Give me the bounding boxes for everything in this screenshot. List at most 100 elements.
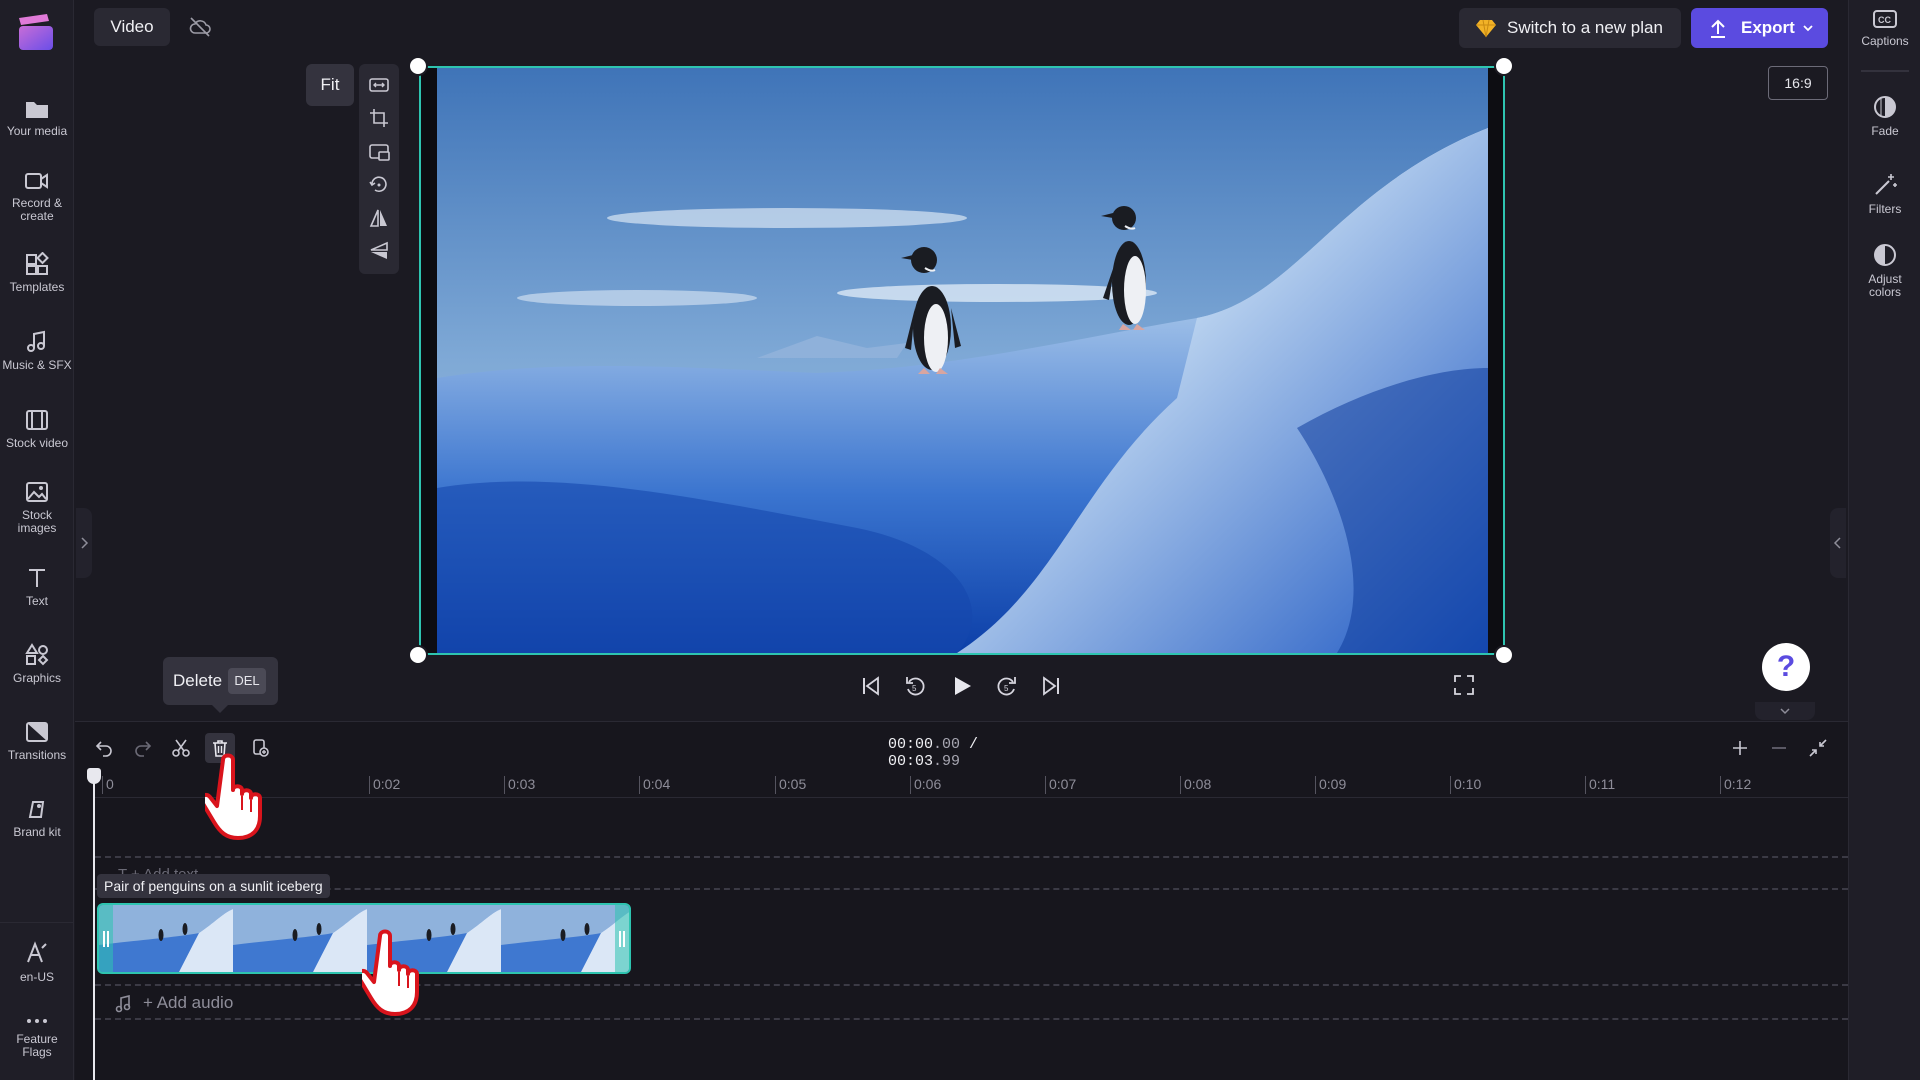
zoom-in-button[interactable] bbox=[1725, 733, 1755, 763]
more-dots-icon bbox=[27, 1019, 47, 1023]
current-time: 00:00 bbox=[888, 736, 934, 753]
right-panel-expander[interactable] bbox=[1830, 508, 1846, 578]
flip-horizontal-icon[interactable] bbox=[368, 207, 390, 229]
captions-button[interactable]: CC Captions bbox=[1849, 8, 1920, 48]
crop-icon[interactable] bbox=[368, 107, 390, 129]
audio-track-top-border bbox=[95, 984, 1848, 986]
clipchamp-logo bbox=[19, 14, 53, 50]
ruler-tick: 0:08 bbox=[1180, 776, 1211, 794]
nav-brand-kit[interactable]: Brand kit bbox=[0, 797, 74, 839]
video-preview[interactable] bbox=[419, 66, 1505, 655]
nav-language[interactable]: en-US bbox=[0, 940, 74, 984]
language-icon bbox=[27, 941, 47, 963]
skip-to-start-icon[interactable] bbox=[860, 674, 882, 698]
ruler-tick: 0:11 bbox=[1585, 776, 1615, 794]
rotate-icon[interactable] bbox=[368, 174, 390, 196]
resize-handle-top-right[interactable] bbox=[1494, 56, 1514, 76]
pip-icon[interactable] bbox=[368, 141, 390, 163]
current-time-frac: .00 bbox=[933, 736, 961, 753]
zoom-to-fit-button[interactable] bbox=[1803, 733, 1833, 763]
image-icon bbox=[26, 482, 48, 502]
fade-icon bbox=[1874, 96, 1896, 118]
text-track-top-border bbox=[95, 856, 1848, 858]
adjust-colors-button[interactable]: Adjust colors bbox=[1849, 242, 1920, 299]
play-icon[interactable] bbox=[950, 674, 974, 698]
shapes-icon bbox=[25, 643, 49, 666]
left-panel-expander[interactable] bbox=[76, 508, 92, 578]
nav-music-sfx[interactable]: Music & SFX bbox=[0, 330, 74, 372]
ruler-tick: 0:02 bbox=[369, 776, 400, 794]
nav-your-media[interactable]: Your media bbox=[0, 98, 74, 138]
fill-icon[interactable] bbox=[368, 74, 390, 96]
nav-text[interactable]: Text bbox=[0, 566, 74, 608]
clip-trim-handle-right[interactable] bbox=[615, 905, 629, 972]
right-sidebar: CC Captions Fade Filters Adjust colors bbox=[1848, 0, 1920, 1080]
ruler-tick: 0:04 bbox=[639, 776, 670, 794]
resize-handle-top-left[interactable] bbox=[408, 56, 428, 76]
nav-divider bbox=[0, 922, 74, 923]
filters-button[interactable]: Filters bbox=[1849, 172, 1920, 216]
nav-stock-images[interactable]: Stock images bbox=[0, 480, 74, 535]
magic-wand-icon bbox=[1875, 174, 1897, 195]
svg-text:5: 5 bbox=[1004, 684, 1009, 693]
switch-plan-button[interactable]: Switch to a new plan bbox=[1459, 8, 1681, 48]
ruler-tick: 0:05 bbox=[775, 776, 806, 794]
nav-stock-video[interactable]: Stock video bbox=[0, 408, 74, 450]
fade-label: Fade bbox=[1871, 124, 1899, 138]
delete-tooltip-label: Delete bbox=[173, 671, 223, 690]
minus-icon bbox=[1772, 747, 1786, 749]
left-sidebar: Your media Record & create Templates Mus… bbox=[0, 0, 74, 1080]
nav-graphics[interactable]: Graphics bbox=[0, 643, 74, 685]
ruler-tick: 0:03 bbox=[504, 776, 535, 794]
add-audio-track[interactable]: + Add audio bbox=[115, 993, 233, 1013]
scissors-icon bbox=[172, 739, 190, 757]
time-separator: / bbox=[960, 736, 979, 753]
nav-templates[interactable]: Templates bbox=[0, 252, 74, 294]
nav-record-create[interactable]: Record & create bbox=[0, 170, 74, 223]
nav-feature-flags[interactable]: Feature Flags bbox=[0, 1014, 74, 1059]
ruler-tick: 0:07 bbox=[1045, 776, 1076, 794]
video-title-tab[interactable]: Video bbox=[94, 8, 170, 46]
skip-to-end-icon[interactable] bbox=[1040, 674, 1062, 698]
clip-title-tooltip: Pair of penguins on a sunlit iceberg bbox=[97, 874, 330, 898]
fullscreen-icon[interactable] bbox=[1453, 674, 1475, 696]
forward-5s-icon[interactable]: 5 bbox=[995, 674, 1019, 698]
flip-vertical-icon[interactable] bbox=[368, 240, 390, 262]
timecode-display: 00:00.00 / 00:03.99 bbox=[888, 736, 1038, 770]
nav-graphics-label: Graphics bbox=[12, 671, 62, 685]
help-button[interactable]: ? bbox=[1762, 643, 1810, 691]
text-track-bottom-border bbox=[95, 888, 1848, 890]
resize-handle-bottom-right[interactable] bbox=[1494, 645, 1514, 665]
right-divider bbox=[1861, 70, 1909, 72]
cloud-off-icon[interactable] bbox=[188, 16, 212, 38]
nav-stock-video-label: Stock video bbox=[5, 436, 69, 450]
undo-button[interactable] bbox=[89, 733, 119, 763]
rewind-5s-icon[interactable]: 5 bbox=[903, 674, 927, 698]
playhead-line bbox=[93, 778, 95, 1080]
help-collapse-button[interactable] bbox=[1755, 702, 1815, 720]
fit-button[interactable]: Fit bbox=[306, 64, 354, 106]
question-mark-icon: ? bbox=[1776, 650, 1796, 683]
nav-text-label: Text bbox=[25, 594, 48, 608]
redo-button[interactable] bbox=[128, 733, 158, 763]
timeline-ruler[interactable]: 0 0:02 0:03 0:04 0:05 0:06 0:07 0:08 0:0… bbox=[95, 770, 1848, 798]
split-button[interactable] bbox=[166, 733, 196, 763]
add-audio-label: + Add audio bbox=[143, 993, 234, 1012]
nav-templates-label: Templates bbox=[9, 280, 65, 294]
fade-button[interactable]: Fade bbox=[1849, 94, 1920, 138]
filters-label: Filters bbox=[1868, 202, 1902, 216]
zoom-out-button[interactable] bbox=[1764, 733, 1794, 763]
plus-icon bbox=[1733, 741, 1747, 755]
app-window: Your media Record & create Templates Mus… bbox=[0, 0, 1920, 1080]
svg-text:CC: CC bbox=[1878, 15, 1891, 25]
penguins-iceberg-image bbox=[437, 68, 1488, 653]
ruler-tick: 0:06 bbox=[910, 776, 941, 794]
export-button[interactable]: Export bbox=[1691, 8, 1828, 48]
aspect-ratio-button[interactable]: 16:9 bbox=[1768, 66, 1828, 100]
resize-handle-bottom-left[interactable] bbox=[408, 645, 428, 665]
chevron-left-icon bbox=[1833, 537, 1841, 549]
undo-icon bbox=[95, 741, 112, 757]
captions-label: Captions bbox=[1861, 34, 1909, 48]
nav-transitions[interactable]: Transitions bbox=[0, 720, 74, 762]
clip-trim-handle-left[interactable] bbox=[99, 905, 113, 972]
